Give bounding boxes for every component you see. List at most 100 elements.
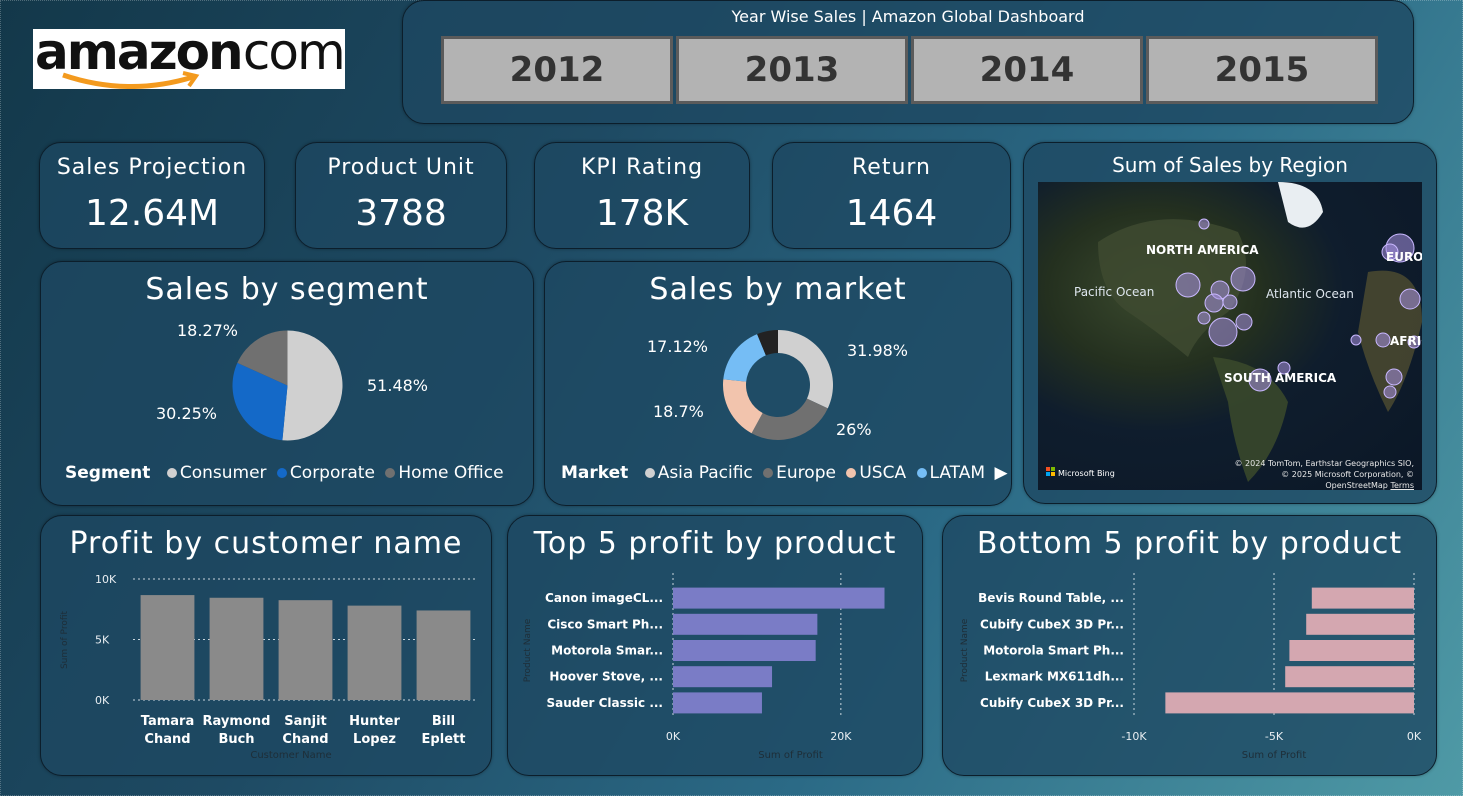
kpi-card-sales-projection: Sales Projection 12.64M xyxy=(39,142,265,249)
sales-by-segment-title: Sales by segment xyxy=(145,272,429,307)
map-terms-link[interactable]: Terms xyxy=(1390,481,1414,490)
bar-product[interactable] xyxy=(673,666,773,688)
kpi-label: Product Unit xyxy=(327,155,475,180)
market-label-europe: 26% xyxy=(836,420,872,439)
legend-item-latam[interactable]: LATAM xyxy=(930,463,986,483)
bar-product[interactable] xyxy=(673,692,762,714)
bar-customer[interactable] xyxy=(416,610,471,700)
bing-logo-text: Microsoft Bing xyxy=(1058,469,1115,478)
legend-item-consumer[interactable]: Consumer xyxy=(180,463,267,483)
x-tick-label: Sanjit Chand xyxy=(282,714,328,747)
bar-product[interactable] xyxy=(673,613,818,635)
x-tick-label: -10K xyxy=(1121,730,1147,743)
legend-dot-home-office xyxy=(385,468,396,478)
bottom5-profit-panel: Bottom 5 profit by product -10K -5K 0K Bevi… xyxy=(942,515,1437,776)
bar-customer[interactable] xyxy=(347,605,402,700)
map-label-north-america: NORTH AMERICA xyxy=(1146,243,1259,257)
kpi-label: KPI Rating xyxy=(580,155,704,180)
amazon-logo-art: amazon .com xyxy=(35,23,346,89)
market-label-asia-pacific: 31.98% xyxy=(847,341,909,360)
kpi-card-return: Return 1464 xyxy=(772,142,1011,249)
map-label-africa: AFRICA xyxy=(1390,334,1422,348)
legend-item-home-office[interactable]: Home Office xyxy=(398,463,503,483)
map-art: NORTH AMERICA SOUTH AMERICA EUROPE AFRIC… xyxy=(1046,182,1422,482)
map-label-south-america: SOUTH AMERICA xyxy=(1224,371,1337,385)
kpi-label: Return xyxy=(851,155,931,180)
kpi-value: 178K xyxy=(595,193,689,234)
slice-europe[interactable] xyxy=(751,398,828,440)
legend-dot-latam xyxy=(916,468,927,478)
year-button-2013[interactable]: 2013 xyxy=(676,36,908,104)
year-button-2012[interactable]: 2012 xyxy=(441,36,673,104)
sales-region-map[interactable]: NORTH AMERICA SOUTH AMERICA EUROPE AFRIC… xyxy=(1038,182,1422,490)
y-tick-label: Canon imageCL... xyxy=(545,591,663,605)
y-tick-label: Hoover Stove, ... xyxy=(549,670,663,684)
x-axis-label: Sum of Profit xyxy=(1242,750,1307,761)
x-tick-label: 0K xyxy=(1407,730,1422,743)
bar-product[interactable] xyxy=(1311,587,1414,609)
map-attribution: © 2024 TomTom, Earthstar Geographics SIO… xyxy=(1224,458,1415,490)
year-button-2014[interactable]: 2014 xyxy=(911,36,1143,104)
svg-text:.com: .com xyxy=(229,29,344,81)
segment-pie[interactable] xyxy=(231,329,344,442)
legend-item-usca[interactable]: USCA xyxy=(859,463,906,483)
x-axis-label: Sum of Profit xyxy=(758,750,823,761)
bar-product[interactable] xyxy=(673,640,816,661)
y-tick-label: Cubify CubeX 3D Pr... xyxy=(980,617,1124,631)
kpi-value: 1464 xyxy=(845,193,938,234)
legend-dot-corporate xyxy=(276,468,287,478)
market-label-latam: 17.12% xyxy=(647,337,709,356)
svg-text:amazon: amazon xyxy=(35,29,242,81)
legend-item-europe[interactable]: Europe xyxy=(776,463,836,483)
legend-dot-europe xyxy=(763,468,774,478)
amazon-logo: amazon .com xyxy=(33,23,346,89)
bar-customer[interactable] xyxy=(209,597,264,700)
profit-by-customer-chart[interactable]: 0K 5K 10K Sum of Profit Tamara Chand Raymond Bu… xyxy=(41,516,493,777)
market-label-usca: 18.7% xyxy=(653,402,704,421)
year-button-2015[interactable]: 2015 xyxy=(1146,36,1378,104)
bar-customer[interactable] xyxy=(278,600,333,700)
bar-product[interactable] xyxy=(673,587,885,609)
top5-profit-chart[interactable]: 0K 20K Canon imageCL... Cisco Smart Ph... Mo… xyxy=(508,516,924,777)
y-tick-label: Bevis Round Table, ... xyxy=(978,591,1124,605)
map-title: Sum of Sales by Region xyxy=(1112,153,1348,177)
kpi-value: 12.64M xyxy=(84,193,220,234)
bottom5-profit-chart[interactable]: -10K -5K 0K Bevis Round Table, ... Cubify Cu… xyxy=(943,516,1438,777)
x-tick-label: 0K xyxy=(666,730,681,743)
map-label-atlantic: Atlantic Ocean xyxy=(1266,287,1354,301)
market-donut[interactable] xyxy=(722,329,834,441)
segment-label-corporate: 30.25% xyxy=(156,404,218,423)
year-slicer-title: Year Wise Sales | Amazon Global Dashboar… xyxy=(731,7,1085,26)
legend-dot-usca xyxy=(846,468,857,478)
bar-customer[interactable] xyxy=(140,595,195,700)
slice-latam[interactable] xyxy=(723,334,766,382)
x-axis-label: Customer Name xyxy=(250,750,331,761)
map-label-pacific: Pacific Ocean xyxy=(1074,285,1154,299)
segment-legend-title: Segment xyxy=(65,463,151,483)
y-tick-label: Motorola Smart Ph... xyxy=(983,644,1124,658)
y-tick-label: Motorola Smar... xyxy=(551,644,663,658)
map-label-europe: EUROPE xyxy=(1386,250,1422,264)
market-legend-title: Market xyxy=(561,463,629,483)
segment-legend: Segment Consumer Corporate Home Office xyxy=(65,463,504,483)
bar-product[interactable] xyxy=(1306,613,1414,635)
y-axis-label: Product Name xyxy=(960,618,970,682)
legend-scroll-right-icon[interactable]: ▶ xyxy=(994,463,1007,483)
market-legend: Market Asia Pacific Europe USCA LATAM ▶ xyxy=(561,463,1008,483)
legend-dot-consumer xyxy=(166,468,177,478)
y-tick-label: 0K xyxy=(95,694,110,707)
segment-label-consumer: 51.48% xyxy=(367,376,429,395)
bar-product[interactable] xyxy=(1289,640,1414,661)
sales-by-market-panel: Sales by market 31.98% 26% 18.7% 17.12% … xyxy=(544,261,1012,506)
legend-dot-asia-pacific xyxy=(644,468,655,478)
bar-product[interactable] xyxy=(1165,692,1414,714)
slice-consumer[interactable] xyxy=(282,330,343,441)
legend-item-corporate[interactable]: Corporate xyxy=(290,463,375,483)
kpi-value: 3788 xyxy=(355,193,447,234)
kpi-card-product-unit: Product Unit 3788 xyxy=(295,142,507,249)
kpi-label: Sales Projection xyxy=(56,155,248,180)
legend-item-asia-pacific[interactable]: Asia Pacific xyxy=(658,463,753,483)
y-axis-label: Sum of Profit xyxy=(60,611,70,670)
bar-product[interactable] xyxy=(1285,666,1414,688)
slice-asia-pacific[interactable] xyxy=(778,330,833,409)
